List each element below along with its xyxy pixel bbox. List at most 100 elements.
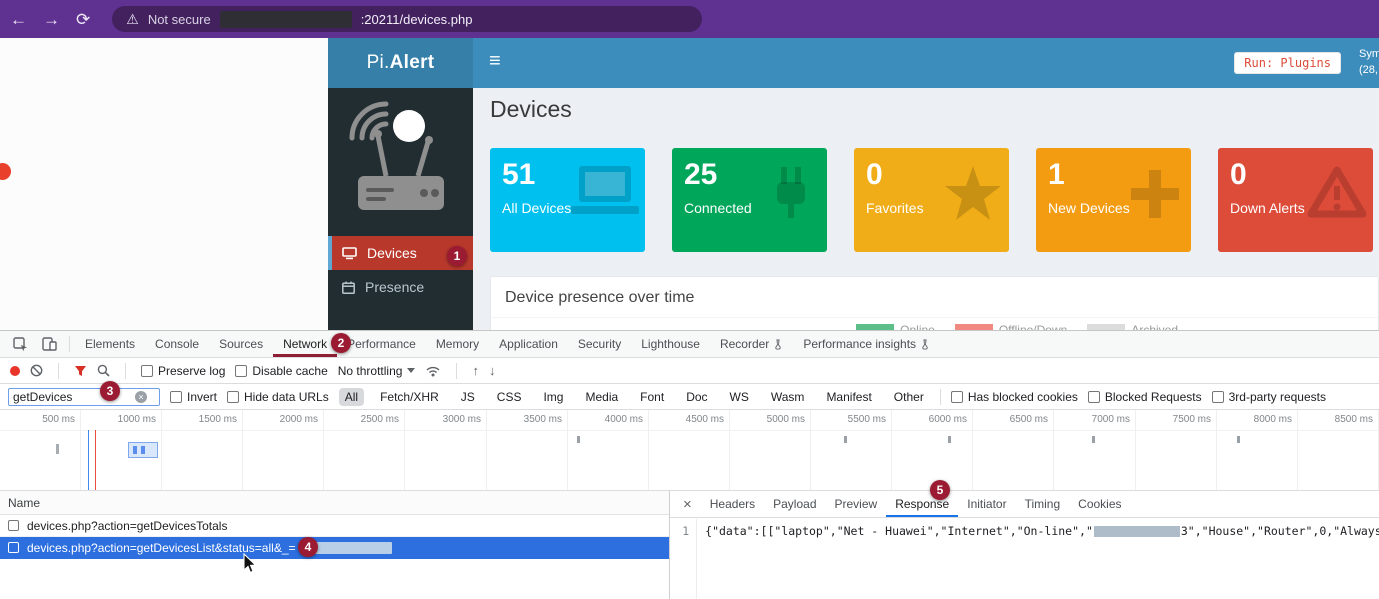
refresh-icon[interactable]: ⟳ — [76, 11, 90, 28]
legend-item-archived: Archived — [1087, 323, 1178, 330]
clear-network-log-icon[interactable] — [30, 364, 43, 377]
timeline-column: 5000 ms — [730, 410, 811, 490]
filter-pill-other[interactable]: Other — [888, 388, 930, 406]
back-icon[interactable]: ← — [10, 11, 27, 28]
divider — [58, 363, 59, 379]
tab-sources[interactable]: Sources — [209, 331, 273, 357]
card-all-devices[interactable]: 51 All Devices — [490, 148, 645, 252]
sidebar-menu: Devices Presence — [328, 236, 473, 304]
timeline-column: 8000 ms — [1217, 410, 1298, 490]
checkbox-label: Hide data URLs — [244, 390, 329, 404]
filter-pill-media[interactable]: Media — [579, 388, 624, 406]
filter-pill-fetch-xhr[interactable]: Fetch/XHR — [374, 388, 445, 406]
request-row-selected[interactable]: devices.php?action=getDevicesList&status… — [0, 537, 669, 559]
tab-preview[interactable]: Preview — [826, 491, 887, 517]
tab-application[interactable]: Application — [489, 331, 568, 357]
timeline-label: 7500 ms — [1173, 414, 1211, 425]
address-bar[interactable]: ⚠ Not secure :20211/devices.php — [112, 6, 702, 32]
filter-pill-js[interactable]: JS — [455, 388, 481, 406]
filter-pill-all[interactable]: All — [339, 388, 364, 406]
sidebar: Pi.Alert Devices — [328, 38, 473, 330]
router-logo-image — [346, 98, 456, 226]
filter-funnel-icon[interactable] — [74, 365, 87, 377]
tab-initiator[interactable]: Initiator — [958, 491, 1015, 517]
topbar-right-line1: Sym — [1359, 47, 1379, 63]
tab-headers[interactable]: Headers — [701, 491, 764, 517]
checkbox-label: Blocked Requests — [1105, 390, 1202, 404]
has-blocked-cookies-checkbox[interactable]: Has blocked cookies — [951, 390, 1078, 404]
tab-payload[interactable]: Payload — [764, 491, 825, 517]
not-secure-label: Not secure — [148, 12, 211, 27]
record-network-log-icon[interactable] — [10, 366, 20, 376]
sidebar-item-presence[interactable]: Presence — [328, 270, 473, 304]
blocked-requests-checkbox[interactable]: Blocked Requests — [1088, 390, 1202, 404]
request-name: devices.php?action=getDevicesTotals — [27, 519, 227, 533]
filter-pill-doc[interactable]: Doc — [680, 388, 713, 406]
tab-console[interactable]: Console — [145, 331, 209, 357]
timeline-column: 2000 ms — [243, 410, 324, 490]
network-toolbar: Preserve log Disable cache No throttling… — [0, 358, 1379, 384]
search-icon[interactable] — [97, 364, 110, 377]
tab-performance-insights[interactable]: Performance insights — [793, 331, 940, 357]
run-plugins-button[interactable]: Run: Plugins — [1234, 52, 1341, 74]
app-logo[interactable]: Pi.Alert — [328, 38, 473, 88]
throttling-value: No throttling — [338, 364, 403, 378]
redacted-host — [220, 11, 352, 28]
card-new-devices[interactable]: 1 New Devices — [1036, 148, 1191, 252]
export-har-icon[interactable]: ↓ — [489, 363, 496, 378]
hamburger-menu-icon[interactable]: ≡ — [489, 50, 501, 73]
tab-timing[interactable]: Timing — [1016, 491, 1070, 517]
timeline-label: 1000 ms — [118, 414, 156, 425]
mouse-cursor — [243, 553, 259, 575]
inspect-element-icon[interactable] — [6, 337, 35, 352]
card-favorites[interactable]: 0 Favorites — [854, 148, 1009, 252]
tab-cookies[interactable]: Cookies — [1069, 491, 1130, 517]
response-body[interactable]: 1 {"data":[["laptop","Net - Huawei","Int… — [670, 519, 1379, 599]
filter-pill-wasm[interactable]: Wasm — [765, 388, 811, 406]
tab-network[interactable]: Network — [273, 331, 337, 357]
network-detail-split: Name devices.php?action=getDevicesTotals… — [0, 491, 1379, 599]
device-toolbar-icon[interactable] — [35, 337, 64, 351]
hide-data-urls-checkbox[interactable]: Hide data URLs — [227, 390, 329, 404]
timeline-column: 6000 ms — [892, 410, 973, 490]
filter-pill-img[interactable]: Img — [537, 388, 569, 406]
filter-pill-ws[interactable]: WS — [724, 388, 755, 406]
throttling-dropdown[interactable]: No throttling — [338, 364, 416, 378]
tab-lighthouse[interactable]: Lighthouse — [631, 331, 710, 357]
tab-recorder[interactable]: Recorder — [710, 331, 793, 357]
clear-filter-icon[interactable]: × — [135, 391, 147, 403]
chevron-down-icon — [407, 368, 415, 373]
invert-checkbox[interactable]: Invert — [170, 390, 217, 404]
tab-memory[interactable]: Memory — [426, 331, 489, 357]
tab-elements[interactable]: Elements — [75, 331, 145, 357]
request-checkbox[interactable] — [8, 520, 19, 531]
disable-cache-checkbox[interactable]: Disable cache — [235, 364, 327, 378]
card-value: 0 — [1230, 158, 1373, 192]
filter-pill-font[interactable]: Font — [634, 388, 670, 406]
tab-security[interactable]: Security — [568, 331, 631, 357]
preserve-log-checkbox[interactable]: Preserve log — [141, 364, 225, 378]
import-har-icon[interactable]: ↑ — [472, 363, 479, 378]
request-row[interactable]: devices.php?action=getDevicesTotals — [0, 515, 669, 537]
page-title: Devices — [490, 96, 572, 123]
topbar-right-text: Sym (28, — [1359, 47, 1379, 79]
checkbox-box — [951, 391, 963, 403]
timeline-request-mark — [948, 436, 951, 443]
network-conditions-icon[interactable] — [425, 365, 441, 377]
filter-input-box[interactable]: × — [8, 388, 160, 406]
request-list-name-header[interactable]: Name — [0, 491, 669, 515]
close-icon[interactable]: × — [674, 496, 701, 513]
card-connected[interactable]: 25 Connected — [672, 148, 827, 252]
filter-pill-css[interactable]: CSS — [491, 388, 528, 406]
legend-item-offline: Offline/Down — [955, 323, 1067, 330]
card-down-alerts[interactable]: 0 Down Alerts — [1218, 148, 1373, 252]
network-overview-timeline[interactable]: 500 ms 1000 ms 1500 ms 2000 ms 2500 ms 3… — [0, 410, 1379, 491]
filter-pill-manifest[interactable]: Manifest — [820, 388, 877, 406]
screenshot-root: ← → ⟳ ⚠ Not secure :20211/devices.php Pi… — [0, 0, 1379, 599]
third-party-requests-checkbox[interactable]: 3rd-party requests — [1212, 390, 1326, 404]
logo-bold: Alert — [390, 52, 435, 74]
checkbox-box — [235, 365, 247, 377]
timeline-column: 4000 ms — [568, 410, 649, 490]
forward-icon[interactable]: → — [43, 11, 60, 28]
request-checkbox[interactable] — [8, 542, 19, 553]
